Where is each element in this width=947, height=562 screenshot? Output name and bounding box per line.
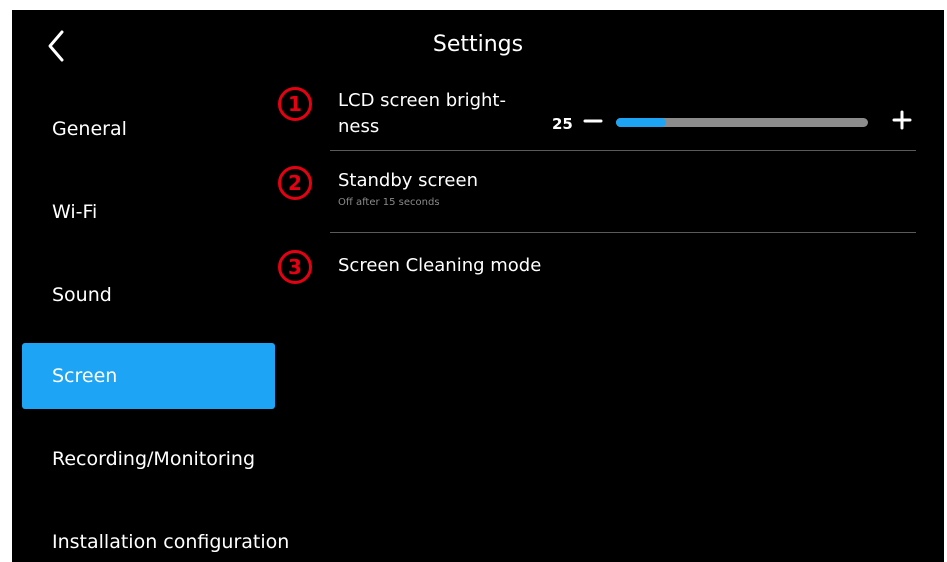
setting-row-screen-cleaning-mode[interactable]: 3 Screen Cleaning mode (276, 248, 916, 298)
sidebar-item-screen[interactable]: Screen (22, 343, 275, 409)
setting-title-screen-cleaning-mode: Screen Cleaning mode (338, 255, 542, 276)
setting-row-lcd-brightness: 1 LCD screen bright- ness 25 (276, 80, 916, 152)
brightness-slider-fill (616, 118, 667, 127)
setting-title-line-2: ness (338, 116, 380, 137)
settings-screen: Settings General Wi-Fi Sound Screen Reco… (12, 10, 944, 562)
setting-title-line-1: LCD screen bright- (338, 90, 506, 111)
row-divider (330, 232, 916, 233)
annotation-number-3: 3 (278, 250, 312, 284)
minus-icon (583, 119, 603, 123)
brightness-increase-button[interactable] (886, 104, 918, 136)
sidebar-item-installation-configuration[interactable]: Installation configuration (22, 509, 289, 562)
brightness-value: 25 (552, 115, 573, 133)
brightness-decrease-button[interactable] (578, 106, 608, 136)
sidebar-item-wifi[interactable]: Wi-Fi (22, 179, 275, 245)
setting-title-standby-screen: Standby screen (338, 170, 478, 191)
annotation-number-2: 2 (278, 166, 312, 200)
sidebar-item-recording-monitoring[interactable]: Recording/Monitoring (22, 426, 275, 492)
brightness-slider[interactable] (616, 118, 868, 127)
row-divider (330, 150, 916, 151)
page-title: Settings (432, 32, 524, 57)
sidebar-item-sound[interactable]: Sound (22, 262, 275, 328)
sidebar-item-general[interactable]: General (22, 96, 275, 162)
setting-row-standby-screen[interactable]: 2 Standby screen Off after 15 seconds (276, 158, 916, 238)
setting-title-lcd-brightness: LCD screen bright- ness (338, 88, 506, 140)
annotation-number-1: 1 (278, 87, 312, 121)
setting-subtitle-standby-screen: Off after 15 seconds (338, 197, 440, 208)
plus-icon (892, 110, 912, 130)
